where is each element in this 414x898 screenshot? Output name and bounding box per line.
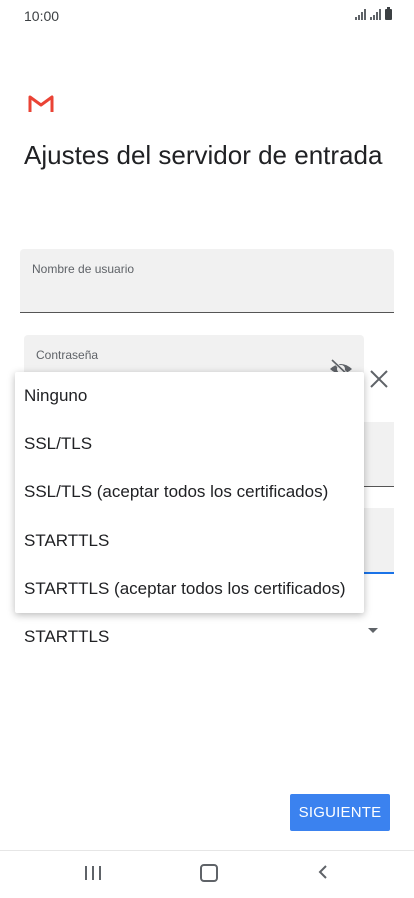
page-title: Ajustes del servidor de entrada	[24, 140, 383, 170]
menu-item-ssl-tls-all-certs[interactable]: SSL/TLS (aceptar todos los certificados)	[15, 468, 364, 516]
username-field[interactable]: Nombre de usuario	[20, 249, 394, 313]
next-button[interactable]: SIGUIENTE	[290, 794, 390, 831]
username-label: Nombre de usuario	[32, 262, 135, 276]
security-type-menu: Ninguno SSL/TLS SSL/TLS (aceptar todos l…	[15, 372, 364, 613]
menu-item-starttls-all-certs[interactable]: STARTTLS (aceptar todos los certificados…	[15, 565, 364, 613]
password-label: Contraseña	[36, 348, 99, 362]
background-field[interactable]	[360, 422, 394, 487]
dropdown-arrow-icon[interactable]	[368, 628, 378, 633]
battery-icon	[385, 7, 392, 20]
status-time: 10:00	[24, 8, 60, 24]
close-icon[interactable]	[368, 368, 390, 390]
back-icon[interactable]	[316, 864, 332, 880]
recents-icon[interactable]	[85, 866, 101, 880]
signal-icon-2	[370, 9, 381, 20]
security-select[interactable]: STARTTLS	[24, 627, 109, 647]
status-icons	[355, 7, 392, 20]
home-icon[interactable]	[200, 864, 218, 882]
signal-icon	[355, 9, 366, 20]
menu-item-ninguno[interactable]: Ninguno	[15, 372, 364, 420]
menu-item-ssl-tls[interactable]: SSL/TLS	[15, 420, 364, 468]
menu-item-starttls[interactable]: STARTTLS	[15, 517, 364, 565]
gmail-logo	[28, 95, 54, 112]
background-field-focused[interactable]	[360, 508, 394, 574]
